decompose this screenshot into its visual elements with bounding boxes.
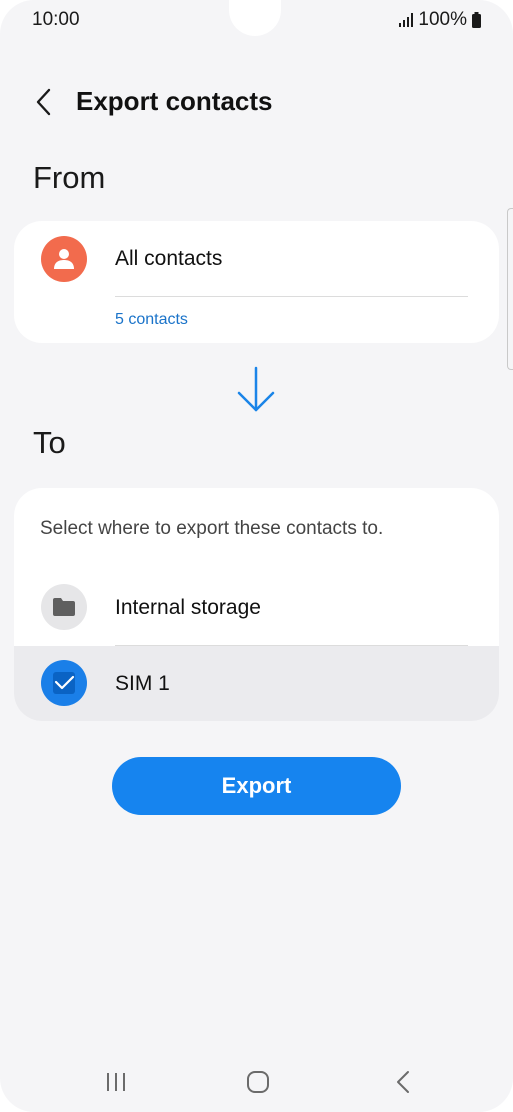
destination-hint: Select where to export these contacts to… <box>40 518 384 539</box>
back-button[interactable] <box>26 82 62 122</box>
chevron-left-icon <box>36 88 51 116</box>
nav-recents-button[interactable] <box>96 1067 136 1097</box>
sim-card-icon-badge <box>41 660 87 706</box>
screen: 10:00 100% Export contacts From All cont… <box>0 0 513 1112</box>
navigation-bar <box>0 1055 513 1111</box>
contacts-avatar <box>41 236 87 282</box>
to-card: Select where to export these contacts to… <box>14 488 499 721</box>
contacts-count-link[interactable]: 5 contacts <box>115 311 188 329</box>
page-title: Export contacts <box>76 86 273 116</box>
battery-percent: 100% <box>418 9 467 30</box>
to-section-label: To <box>33 425 66 460</box>
option-label: SIM 1 <box>115 672 170 695</box>
person-icon <box>54 249 74 269</box>
status-time: 10:00 <box>32 9 80 30</box>
divider <box>115 296 468 297</box>
option-sim-1[interactable]: SIM 1 <box>14 646 499 721</box>
folder-icon-badge <box>41 584 87 630</box>
home-icon <box>247 1071 269 1093</box>
from-section-label: From <box>33 160 106 195</box>
option-label: Internal storage <box>115 596 261 619</box>
option-internal-storage[interactable]: Internal storage <box>14 570 499 646</box>
export-button[interactable]: Export <box>112 757 401 815</box>
status-bar: 10:00 100% <box>0 0 513 40</box>
nav-back-button[interactable] <box>383 1067 423 1097</box>
signal-icon <box>399 13 414 27</box>
battery-icon <box>472 12 481 28</box>
status-indicators: 100% <box>399 9 481 31</box>
scroll-indicator <box>507 208 513 370</box>
source-title: All contacts <box>115 247 223 270</box>
folder-icon <box>53 598 75 616</box>
from-card[interactable]: All contacts 5 contacts <box>14 221 499 343</box>
sim-card-icon <box>53 672 75 694</box>
camera-notch <box>229 0 281 36</box>
back-icon <box>397 1071 409 1093</box>
arrow-down-icon <box>237 366 275 412</box>
recents-icon <box>107 1073 125 1091</box>
nav-home-button[interactable] <box>238 1067 278 1097</box>
